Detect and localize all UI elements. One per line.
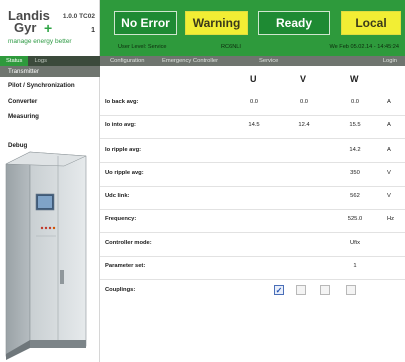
value-io-back-u: 0.0 (249, 99, 259, 105)
row-frequency: Frequency: 525.0 Hz (100, 213, 405, 228)
label-io-into-avg: Io into avg: (105, 122, 136, 128)
user-level: User Level: Service (118, 44, 167, 50)
value-io-into-w: 15.5 (349, 122, 361, 128)
main-panel: U V W Io back avg: 0.0 0.0 0.0 A Io into… (100, 66, 405, 362)
unit-number: 1 (91, 27, 95, 34)
tab-status[interactable]: Status (0, 56, 29, 66)
ready-status-button[interactable]: Ready (258, 11, 330, 35)
logo-area: Landis Gyr + manage energy better 1.0.0 … (0, 0, 100, 56)
value-io-back-v: 0.0 (299, 99, 309, 105)
value-parameter-set: 1 (353, 263, 357, 269)
nav-bar: Status Logs Configuration Emergency Cont… (0, 56, 405, 66)
value-frequency: 525.0 (347, 216, 363, 222)
app-window: Landis Gyr + manage energy better 1.0.0 … (0, 0, 405, 362)
tab-logs[interactable]: Logs (28, 56, 53, 66)
value-controller-mode: Ufix (350, 240, 360, 246)
sidebar-item-transmitter[interactable]: Transmitter (0, 66, 100, 77)
coupling-checkbox-1[interactable]: ✓ (274, 285, 284, 295)
row-divider (100, 186, 405, 187)
value-io-into-v: 12.4 (298, 122, 310, 128)
tab-service[interactable]: Service (253, 56, 284, 64)
coupling-checkbox-4[interactable] (346, 285, 356, 295)
row-io-back-avg: Io back avg: 0.0 0.0 0.0 A (100, 96, 405, 111)
date-time: We Feb 05.02.14 - 14:45:24 (329, 44, 399, 50)
checkmark-icon: ✓ (275, 285, 283, 295)
row-udc-link: Udc link: 562 V (100, 190, 405, 205)
label-uo-ripple-avg: Uo ripple avg: (105, 170, 144, 176)
warning-status-button[interactable]: Warning (185, 11, 248, 35)
unit-io-into: A (387, 122, 391, 128)
value-uo-ripple: 350 (350, 170, 360, 176)
login-link[interactable]: Login (377, 56, 403, 64)
row-divider (100, 162, 405, 163)
column-header-w: W (350, 74, 359, 84)
label-controller-mode: Controller mode: (105, 240, 152, 246)
header: Landis Gyr + manage energy better 1.0.0 … (0, 0, 405, 56)
status-area: No Error Warning Ready Local User Level:… (100, 0, 405, 56)
label-udc-link: Udc link: (105, 193, 130, 199)
row-divider (100, 138, 405, 139)
coupling-checkbox-3[interactable] (320, 285, 330, 295)
value-io-ripple: 14.2 (349, 147, 361, 153)
coupling-checkbox-2[interactable] (296, 285, 306, 295)
sidebar-item-pilot-synchronization[interactable]: Pilot / Synchronization (0, 80, 100, 91)
row-divider (100, 209, 405, 210)
value-io-into-u: 14.5 (248, 122, 260, 128)
sidebar-item-converter[interactable]: Converter (0, 96, 100, 107)
value-udc-link: 562 (350, 193, 360, 199)
label-io-back-avg: Io back avg: (105, 99, 139, 105)
unit-io-back: A (387, 99, 391, 105)
row-couplings: Couplings: ✓ (100, 284, 405, 299)
column-header-u: U (250, 74, 257, 84)
tab-emergency-controller[interactable]: Emergency Controller (156, 56, 224, 64)
software-version: 1.0.0 TC02 (62, 13, 95, 20)
row-controller-mode: Controller mode: Ufix (100, 237, 405, 252)
logo-slogan: manage energy better (8, 38, 72, 45)
row-divider (100, 279, 405, 280)
local-status-button[interactable]: Local (341, 11, 401, 35)
row-divider (100, 256, 405, 257)
row-parameter-set: Parameter set: 1 (100, 260, 405, 275)
row-io-into-avg: Io into avg: 14.5 12.4 15.5 A (100, 119, 405, 134)
row-io-ripple-avg: Io ripple avg: 14.2 A (100, 144, 405, 159)
value-io-back-w: 0.0 (350, 99, 360, 105)
label-io-ripple-avg: Io ripple avg: (105, 147, 142, 153)
unit-frequency: Hz (387, 216, 395, 222)
sidebar-item-measuring[interactable]: Measuring (0, 111, 100, 122)
unit-uo-ripple: V (387, 170, 391, 176)
error-status-button[interactable]: No Error (114, 11, 177, 35)
row-divider (100, 232, 405, 233)
user-name: RC6NLI (221, 44, 241, 50)
row-uo-ripple-avg: Uo ripple avg: 350 V (100, 167, 405, 182)
logo-plus-icon: + (44, 20, 53, 36)
nav-left: Status Logs (0, 56, 100, 66)
info-bar: User Level: Service RC6NLI We Feb 05.02.… (100, 43, 405, 53)
unit-udc-link: V (387, 193, 391, 199)
nav-right: Configuration Emergency Controller Servi… (100, 56, 405, 66)
tab-configuration[interactable]: Configuration (104, 56, 150, 64)
label-frequency: Frequency: (105, 216, 137, 222)
label-parameter-set: Parameter set: (105, 263, 146, 269)
column-header-v: V (300, 74, 307, 84)
unit-io-ripple: A (387, 147, 391, 153)
row-divider (100, 115, 405, 116)
transmitter-cabinet-image (5, 151, 87, 360)
label-couplings: Couplings: (105, 287, 136, 293)
